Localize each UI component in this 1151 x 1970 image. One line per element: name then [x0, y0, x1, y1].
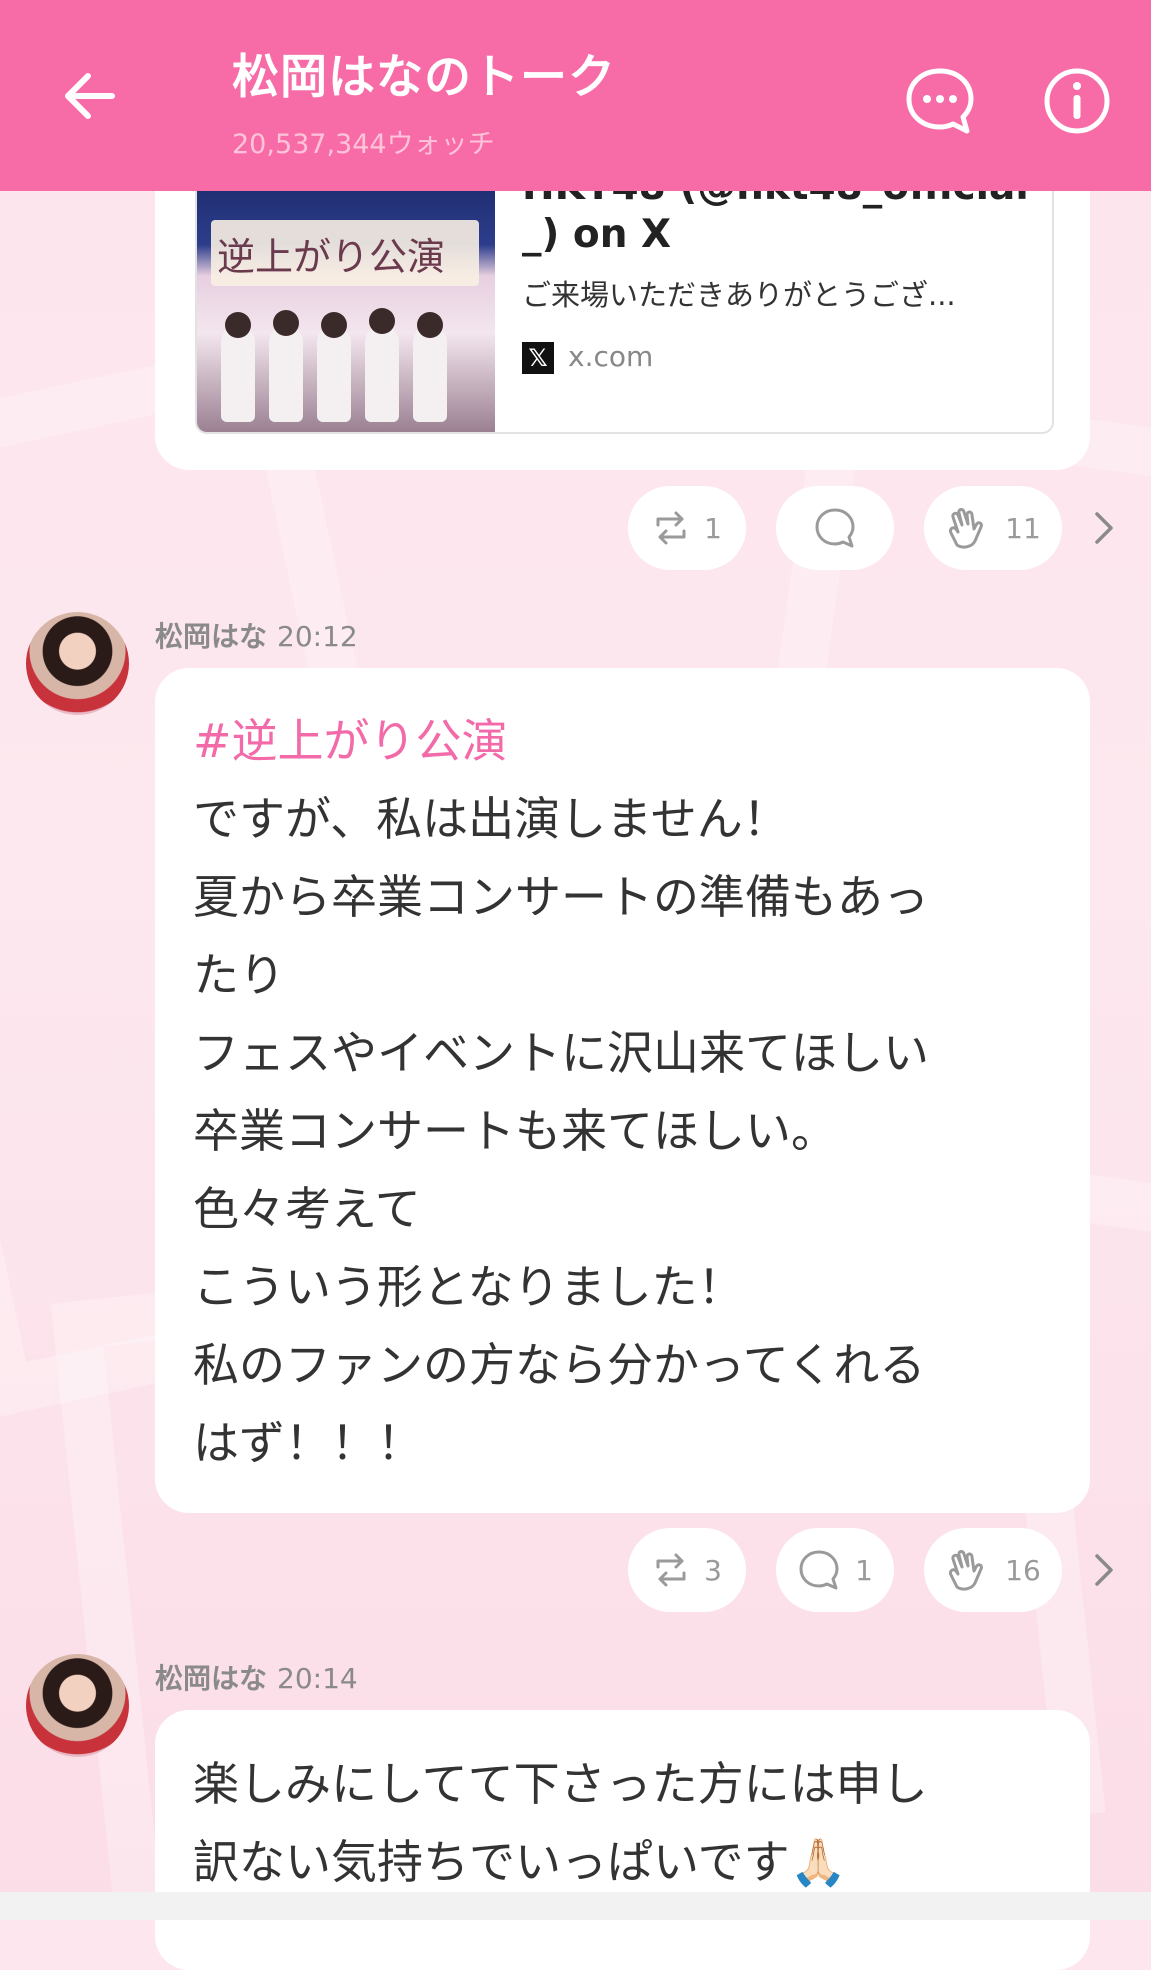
link-thumbnail: 逆上がり公演 [197, 172, 495, 432]
repost-button[interactable]: 3 [628, 1528, 746, 1612]
message-text: 楽しみにしてて下さった方には申し 訳ない気持ちでいっぱいです🙏🏻 [193, 1757, 928, 1889]
timestamp: 20:14 [277, 1662, 358, 1695]
watch-count: 20,537,344ウォッチ [232, 129, 495, 160]
clap-count: 11 [1005, 511, 1041, 545]
hashtag-link[interactable]: #逆上がり公演 [193, 702, 929, 780]
back-arrow-icon[interactable] [58, 64, 122, 128]
repost-count: 3 [704, 1553, 722, 1587]
link-title-cont: _) on X [522, 212, 672, 257]
comment-icon [799, 1550, 839, 1590]
clap-icon [949, 508, 984, 549]
link-domain: 𝕏x.com [522, 340, 653, 374]
chevron-right-icon[interactable] [1092, 508, 1116, 548]
message-meta: 松岡はな 20:12 [155, 615, 358, 655]
bottom-edge [0, 1892, 1151, 1920]
chevron-right-icon[interactable] [1092, 1550, 1116, 1590]
info-icon[interactable] [1040, 64, 1114, 138]
link-description: ご来場いただきありがとうござ... [522, 278, 956, 312]
comment-button[interactable]: 1 [776, 1528, 894, 1612]
chat-bubble-icon[interactable] [903, 64, 977, 138]
comment-count: 1 [855, 1553, 873, 1587]
x-logo-icon: 𝕏 [522, 342, 554, 374]
avatar[interactable] [26, 1654, 129, 1757]
repost-icon [656, 511, 686, 545]
clap-button[interactable]: 16 [924, 1528, 1062, 1612]
comment-button[interactable] [776, 486, 894, 570]
repost-icon [656, 1553, 686, 1587]
clap-button[interactable]: 11 [924, 486, 1062, 570]
author-name: 松岡はな [155, 1662, 268, 1695]
timestamp: 20:12 [277, 620, 358, 653]
avatar[interactable] [26, 612, 129, 715]
message-meta: 松岡はな 20:14 [155, 1657, 358, 1697]
clap-count: 16 [1005, 1553, 1041, 1587]
app-header: 松岡はなのトーク 20,537,344ウォッチ [0, 0, 1151, 191]
page-title: 松岡はなのトーク [232, 50, 616, 105]
repost-count: 1 [704, 511, 722, 545]
clap-icon [949, 1550, 984, 1591]
link-preview-card[interactable]: 逆上がり公演 HKT48 (@hkt48_official _) on X ご来… [195, 170, 1054, 434]
comment-icon [815, 508, 855, 548]
repost-button[interactable]: 1 [628, 486, 746, 570]
message-text: #逆上がり公演 ですが、私は出演しません！ 夏から卒業コンサートの準備もあっ た… [193, 702, 929, 1482]
author-name: 松岡はな [155, 620, 268, 653]
